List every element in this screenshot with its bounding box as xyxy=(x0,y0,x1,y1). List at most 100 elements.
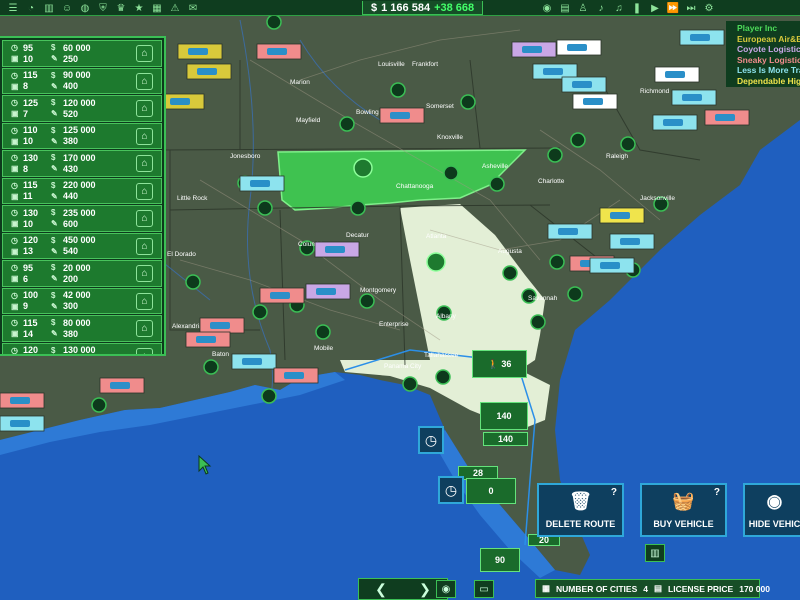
buy-vehicle-button[interactable]: 🧺 ? BUY VEHICLE xyxy=(640,483,727,537)
route-card[interactable]: 🚶 36 xyxy=(472,350,527,378)
pie-icon[interactable]: ◔ xyxy=(24,1,38,15)
help-icon[interactable]: ? xyxy=(714,487,720,498)
company-name[interactable]: Less Is More Tra xyxy=(737,65,800,76)
vehicle-tag[interactable] xyxy=(679,29,725,46)
company-name[interactable]: Sneaky Logistic xyxy=(737,55,800,66)
vehicle-tag[interactable] xyxy=(305,283,351,300)
basket-icon[interactable]: ⌂ xyxy=(136,320,153,337)
skip-icon[interactable]: ⏭ xyxy=(684,1,698,15)
vehicle-tag[interactable] xyxy=(652,114,698,131)
music-icon[interactable]: ♪ xyxy=(594,1,608,15)
company-name[interactable]: Player Inc xyxy=(737,23,800,34)
vehicle-tag[interactable] xyxy=(186,63,232,80)
bar-chart-icon[interactable]: ▥ xyxy=(42,1,56,15)
clock-icon[interactable]: ◷ xyxy=(418,426,444,454)
location-pin-icon[interactable]: ◉ xyxy=(436,580,456,598)
next-arrow-icon[interactable]: ❯ xyxy=(419,581,431,598)
vehicle-tag[interactable] xyxy=(239,175,285,192)
vehicle-tag[interactable] xyxy=(259,287,305,304)
basket-icon[interactable]: ⌂ xyxy=(136,237,153,255)
person-icon[interactable]: ♙ xyxy=(576,1,590,15)
list-icon[interactable]: ☰ xyxy=(6,1,20,15)
basket-icon[interactable]: ⌂ xyxy=(136,100,153,117)
vehicle-tag[interactable] xyxy=(671,89,717,106)
vehicle-row[interactable]: ◷ 95 $20 000 ▣ 6 ✎ 200 ⌂ xyxy=(2,260,162,287)
vehicle-row[interactable]: ◷ 115 $90 000 ▣ 8 ✎ 400 ⌂ xyxy=(2,67,162,94)
vehicle-tag[interactable] xyxy=(379,107,425,124)
hide-vehicles-button[interactable]: ◉ HIDE VEHIC xyxy=(743,483,800,537)
clock-icon[interactable]: ◷ xyxy=(438,476,464,504)
company-name[interactable]: Coyote Logistics xyxy=(737,44,800,55)
vehicle-tag[interactable] xyxy=(99,377,145,394)
vehicle-row[interactable]: ◷ 125 $120 000 ▣ 7 ✎ 520 ⌂ xyxy=(2,95,162,122)
vehicle-tag[interactable] xyxy=(177,43,223,60)
vehicle-row[interactable]: ◷ 115 $80 000 ▣ 14 ✎ 380 ⌂ xyxy=(2,315,162,342)
vehicle-tag[interactable] xyxy=(556,39,602,56)
basket-icon[interactable]: ⌂ xyxy=(136,347,153,354)
basket-icon[interactable]: ⌂ xyxy=(136,265,153,282)
company-name[interactable]: Trasporti Global xyxy=(737,86,800,87)
play-icon[interactable]: ▶ xyxy=(648,1,662,15)
basket-icon[interactable]: ⌂ xyxy=(136,127,153,145)
vehicle-tag[interactable] xyxy=(547,223,593,240)
vehicle-row[interactable]: ◷ 110 $125 000 ▣ 10 ✎ 380 ⌂ xyxy=(2,122,162,149)
route-card[interactable]: 90 xyxy=(480,548,520,572)
vehicle-row[interactable]: ◷ 100 $42 000 ▣ 9 ✎ 300 ⌂ xyxy=(2,287,162,314)
vehicle-row[interactable]: ◷ 95 $60 000 ▣ 10 ✎ 250 ⌂ xyxy=(2,40,162,67)
vehicle-tag[interactable] xyxy=(185,331,231,348)
globe-icon[interactable]: ◍ xyxy=(78,1,92,15)
company-name[interactable]: European Air&Ea xyxy=(737,34,800,45)
vehicle-tag[interactable] xyxy=(0,392,45,409)
settings-icon[interactable]: ⚙ xyxy=(702,1,716,15)
vehicle-tag[interactable] xyxy=(654,66,700,83)
warning-icon[interactable]: ⚠ xyxy=(168,1,182,15)
vehicle-tag[interactable] xyxy=(231,353,277,370)
vehicle-tag[interactable] xyxy=(256,43,302,60)
basket-icon[interactable]: ⌂ xyxy=(136,292,153,310)
calendar-icon[interactable]: ▦ xyxy=(150,1,164,15)
route-card[interactable]: 140 xyxy=(483,432,528,446)
vehicle-tag[interactable] xyxy=(599,207,645,224)
users-icon[interactable]: ☺ xyxy=(60,1,74,15)
eye-icon[interactable]: ◉ xyxy=(540,1,554,15)
envelope-icon[interactable]: ✉ xyxy=(186,1,200,15)
basket-icon[interactable]: ⌂ xyxy=(136,155,153,172)
help-icon[interactable]: ? xyxy=(611,487,617,498)
bus-icon xyxy=(325,246,345,253)
basket-icon[interactable]: ⌂ xyxy=(136,182,153,200)
shield-icon[interactable]: ⛨ xyxy=(96,1,110,15)
notes-icon[interactable]: ▥ xyxy=(645,544,665,562)
vehicle-tag[interactable] xyxy=(609,233,655,250)
basket-icon[interactable]: ⌂ xyxy=(136,45,153,62)
headphones-icon[interactable]: ♫ xyxy=(612,1,626,15)
route-card[interactable]: 140 xyxy=(480,402,528,430)
vehicle-row[interactable]: ◷ 130 $235 000 ▣ 10 ✎ 600 ⌂ xyxy=(2,205,162,232)
vehicle-tag[interactable] xyxy=(199,317,245,334)
vehicle-tag[interactable] xyxy=(572,93,618,110)
vehicle-row[interactable]: ◷120$130 000▣20✎440⌂ xyxy=(2,342,162,354)
vehicle-row[interactable]: ◷ 115 $220 000 ▣ 11 ✎ 440 ⌂ xyxy=(2,177,162,204)
vehicle-tag[interactable] xyxy=(589,257,635,274)
star-icon[interactable]: ★ xyxy=(132,1,146,15)
vehicle-row[interactable]: ◷ 130 $170 000 ▣ 8 ✎ 430 ⌂ xyxy=(2,150,162,177)
basket-icon[interactable]: ⌂ xyxy=(136,210,153,227)
basket-icon[interactable]: ⌂ xyxy=(136,72,153,90)
delete-route-button[interactable]: 🗑 ? DELETE ROUTE xyxy=(537,483,624,537)
fast-forward-icon[interactable]: ⏩ xyxy=(666,1,680,15)
chart-icon[interactable]: ▤ xyxy=(558,1,572,15)
route-card[interactable]: 0 xyxy=(466,478,516,504)
vehicle-tag[interactable] xyxy=(0,415,45,432)
vehicle-tag[interactable] xyxy=(561,76,607,93)
vehicle-tag[interactable] xyxy=(159,93,205,110)
prev-arrow-icon[interactable]: ❮ xyxy=(375,581,387,598)
vehicle-row[interactable]: ◷ 120 $450 000 ▣ 13 ✎ 540 ⌂ xyxy=(2,232,162,259)
folder-icon[interactable]: ▭ xyxy=(474,580,494,598)
company-name[interactable]: Dependable High xyxy=(737,76,800,87)
vehicle-tag[interactable] xyxy=(511,41,557,58)
trophy-icon[interactable]: ♛ xyxy=(114,1,128,15)
vehicle-tag[interactable] xyxy=(704,109,750,126)
vehicle-tag[interactable] xyxy=(314,241,360,258)
vehicle-tag[interactable] xyxy=(273,367,319,384)
delete-route-label: DELETE ROUTE xyxy=(545,519,616,529)
pause-icon[interactable]: ❚ xyxy=(630,1,644,15)
